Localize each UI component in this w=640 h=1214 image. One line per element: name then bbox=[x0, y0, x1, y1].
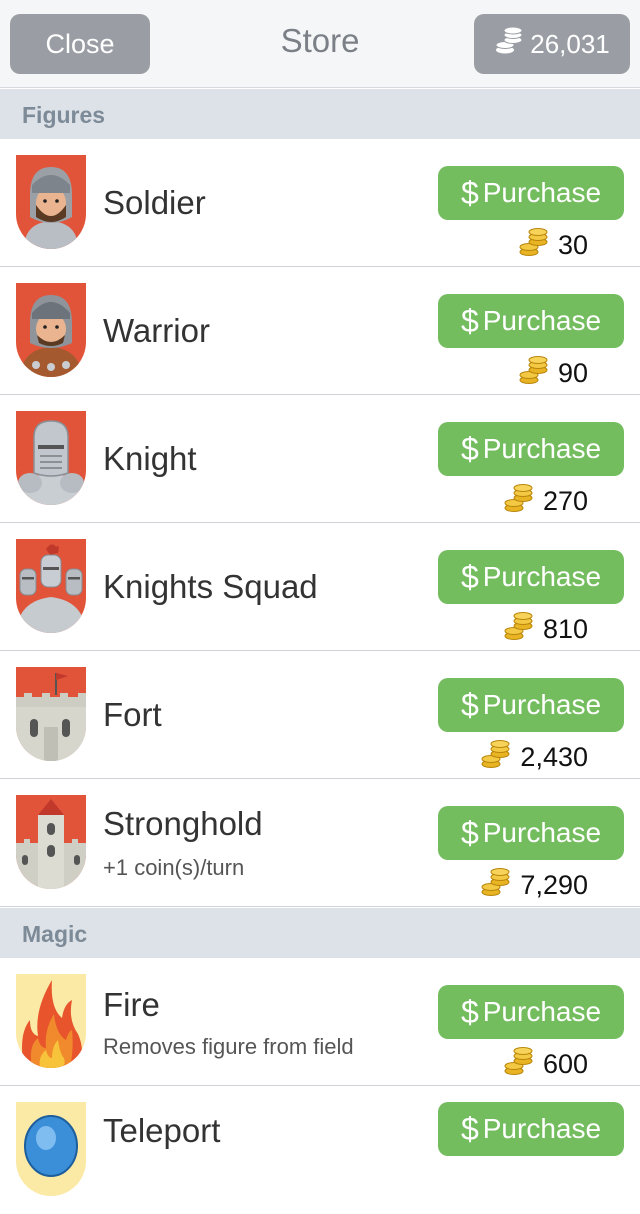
dollar-icon: $ bbox=[460, 558, 479, 595]
item-name: Soldier bbox=[103, 184, 206, 221]
item-name: Fort bbox=[103, 696, 162, 733]
item-description: +1 coin(s)/turn bbox=[103, 855, 245, 880]
section-header-magic: Magic bbox=[0, 908, 640, 958]
price-value: 90 bbox=[557, 357, 588, 388]
item-name: Stronghold bbox=[103, 805, 263, 842]
item-price: 810 bbox=[503, 611, 588, 647]
item-description: Removes figure from field bbox=[103, 1034, 354, 1059]
purchase-label: Purchase bbox=[482, 996, 602, 1027]
purchase-button-fire[interactable]: $ Purchase bbox=[438, 985, 624, 1039]
gold-coins-icon bbox=[480, 867, 512, 904]
dollar-icon: $ bbox=[460, 174, 479, 211]
purchase-label: Purchase bbox=[482, 561, 602, 592]
coin-stack-icon bbox=[494, 26, 524, 63]
knights-squad-icon bbox=[16, 539, 86, 633]
dollar-icon: $ bbox=[460, 993, 479, 1030]
purchase-button-warrior[interactable]: $ Purchase bbox=[438, 294, 624, 348]
item-name: Knights Squad bbox=[103, 568, 318, 605]
item-name: Knight bbox=[103, 440, 197, 477]
purchase-button-fort[interactable]: $ Purchase bbox=[438, 678, 624, 732]
item-price: 270 bbox=[503, 483, 588, 519]
soldier-icon bbox=[16, 155, 86, 249]
purchase-button-knight[interactable]: $ Purchase bbox=[438, 422, 624, 476]
store-item-knight: Knight $ Purchase 270 bbox=[0, 395, 640, 523]
dollar-icon: $ bbox=[460, 686, 479, 723]
dollar-icon: $ bbox=[460, 1110, 479, 1147]
item-name: Teleport bbox=[103, 1112, 221, 1149]
store-item-warrior: Warrior $ Purchase 90 bbox=[0, 267, 640, 395]
purchase-label: Purchase bbox=[482, 177, 602, 208]
gold-coins-icon bbox=[503, 611, 535, 648]
gold-coins-icon bbox=[518, 355, 550, 392]
item-price: 600 bbox=[503, 1046, 588, 1082]
coins-balance-value: 26,031 bbox=[530, 28, 610, 59]
store-item-knights-squad: Knights Squad $ Purchase 810 bbox=[0, 523, 640, 651]
item-price: 90 bbox=[518, 355, 588, 391]
purchase-button-soldier[interactable]: $ Purchase bbox=[438, 166, 624, 220]
item-price: 30 bbox=[518, 227, 588, 263]
store-item-fire: Fire Removes figure from field $ Purchas… bbox=[0, 958, 640, 1086]
gold-coins-icon bbox=[503, 1046, 535, 1083]
purchase-button-teleport[interactable]: $ Purchase bbox=[438, 1102, 624, 1156]
price-value: 810 bbox=[542, 613, 588, 644]
store-item-teleport: Teleport $ Purchase bbox=[0, 1086, 640, 1214]
stronghold-icon bbox=[16, 795, 86, 889]
store-item-soldier: Soldier $ Purchase 30 bbox=[0, 139, 640, 267]
price-value: 270 bbox=[542, 485, 588, 516]
purchase-button-knights-squad[interactable]: $ Purchase bbox=[438, 550, 624, 604]
gold-coins-icon bbox=[503, 483, 535, 520]
purchase-label: Purchase bbox=[482, 305, 602, 336]
purchase-label: Purchase bbox=[482, 433, 602, 464]
dollar-icon: $ bbox=[460, 430, 479, 467]
dollar-icon: $ bbox=[460, 814, 479, 851]
item-name: Fire bbox=[103, 986, 160, 1023]
navigation-bar: Close Store 26,031 bbox=[0, 0, 640, 88]
fire-icon bbox=[16, 974, 86, 1068]
price-value: 7,290 bbox=[520, 869, 588, 900]
gold-coins-icon bbox=[518, 227, 550, 264]
dollar-icon: $ bbox=[460, 302, 479, 339]
teleport-icon bbox=[16, 1102, 86, 1196]
purchase-button-stronghold[interactable]: $ Purchase bbox=[438, 806, 624, 860]
coins-balance-button[interactable]: 26,031 bbox=[474, 14, 630, 74]
price-value: 600 bbox=[542, 1048, 588, 1079]
price-value: 30 bbox=[557, 229, 588, 260]
purchase-label: Purchase bbox=[482, 1113, 602, 1144]
item-price: 7,290 bbox=[480, 867, 588, 903]
store-item-fort: Fort $ Purchase 2,430 bbox=[0, 651, 640, 779]
price-value: 2,430 bbox=[520, 741, 588, 772]
purchase-label: Purchase bbox=[482, 817, 602, 848]
fort-icon bbox=[16, 667, 86, 761]
gold-coins-icon bbox=[480, 739, 512, 776]
warrior-icon bbox=[16, 283, 86, 377]
store-item-stronghold: Stronghold +1 coin(s)/turn $ Purchase 7,… bbox=[0, 779, 640, 907]
knight-icon bbox=[16, 411, 86, 505]
purchase-label: Purchase bbox=[482, 689, 602, 720]
section-header-figures: Figures bbox=[0, 89, 640, 139]
item-name: Warrior bbox=[103, 312, 210, 349]
item-price: 2,430 bbox=[480, 739, 588, 775]
